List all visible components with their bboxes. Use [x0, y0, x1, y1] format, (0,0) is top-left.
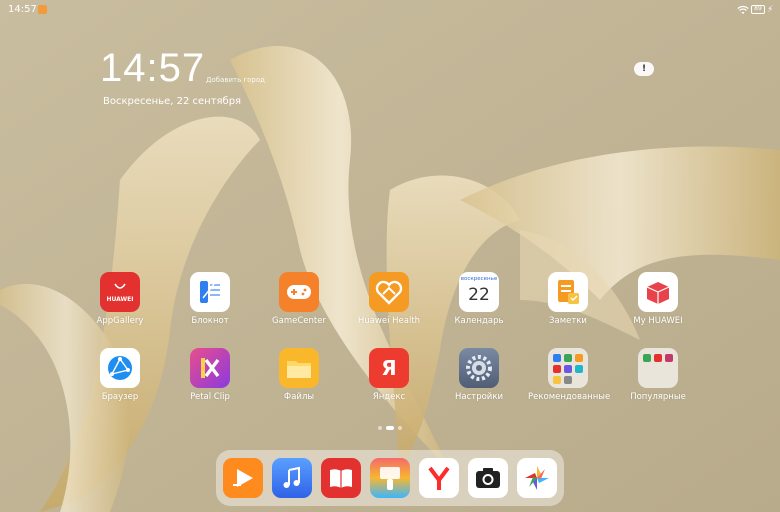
appgallery-icon: HUAWEI [100, 272, 140, 312]
yandex-tile-text: Я [381, 356, 397, 380]
app-label: AppGallery [96, 316, 144, 326]
app-label: Заметки [549, 316, 587, 326]
my-huawei-icon [638, 272, 678, 312]
app-notes[interactable]: Заметки [528, 272, 608, 326]
app-label: Рекомендованные [528, 392, 611, 402]
dock [216, 450, 564, 506]
books-icon[interactable] [321, 458, 361, 498]
battery-level: 89 [754, 5, 762, 12]
app-label: Блокнот [191, 316, 229, 326]
alert-widget[interactable]: ! [634, 62, 654, 76]
calendar-day: 22 [468, 285, 490, 305]
settings-gear-icon [459, 348, 499, 388]
yandex-browser-icon[interactable] [419, 458, 459, 498]
app-yandex[interactable]: Я Яндекс [349, 348, 429, 402]
calendar-icon: воскресенье 22 [459, 272, 499, 312]
video-play-icon[interactable] [223, 458, 263, 498]
page-dot [378, 426, 382, 430]
app-files[interactable]: Файлы [259, 348, 339, 402]
app-huawei-health[interactable]: Huawei Health [349, 272, 429, 326]
app-label: Petal Clip [190, 392, 230, 402]
app-label: Настройки [454, 392, 503, 402]
yandex-icon: Я [369, 348, 409, 388]
health-icon [369, 272, 409, 312]
music-note-icon[interactable] [272, 458, 312, 498]
app-label: GameCenter [272, 316, 326, 326]
files-icon [279, 348, 319, 388]
folder-recommended[interactable]: Рекомендованные [528, 348, 611, 402]
themes-brush-icon[interactable] [370, 458, 410, 498]
clock-widget-time[interactable]: 14:57 [100, 46, 205, 91]
app-label: Файлы [283, 392, 315, 402]
status-bar: 14:57 89 ⚡ [0, 0, 780, 20]
app-gamecenter[interactable]: GameCenter [259, 272, 339, 326]
app-calendar[interactable]: воскресенье 22 Календарь [439, 272, 519, 326]
app-browser[interactable]: Браузер [80, 348, 160, 402]
popular-folder-icon [638, 348, 678, 388]
page-dot-active [386, 426, 394, 430]
notes-icon [548, 272, 588, 312]
calendar-weekday: воскресенье [460, 276, 498, 282]
app-notepad[interactable]: Блокнот [170, 272, 250, 326]
exclamation-icon: ! [641, 64, 647, 74]
app-label: Календарь [454, 316, 504, 326]
recommended-folder-icon [548, 348, 588, 388]
status-time: 14:57 [8, 4, 37, 15]
wifi-icon [737, 5, 749, 14]
appgallery-tile-text: HUAWEI [106, 296, 134, 303]
notepad-icon [190, 272, 230, 312]
app-petal-clip[interactable]: Petal Clip [170, 348, 250, 402]
app-label: My HUAWEI [633, 316, 683, 326]
app-label: Браузер [101, 392, 139, 402]
battery-icon: 89 [751, 5, 765, 14]
petal-clip-icon [190, 348, 230, 388]
gamecenter-icon [279, 272, 319, 312]
app-settings[interactable]: Настройки [439, 348, 519, 402]
app-label: Huawei Health [357, 316, 421, 326]
charging-bolt-icon: ⚡ [767, 5, 774, 15]
gallery-petal-icon[interactable] [517, 458, 557, 498]
app-label: Популярные [630, 392, 686, 402]
page-indicator[interactable] [376, 426, 406, 430]
clock-widget-date: Воскресенье, 22 сентября [103, 96, 242, 107]
browser-icon [100, 348, 140, 388]
add-city-link[interactable]: Добавить город [206, 76, 265, 84]
page-dot [398, 426, 402, 430]
camera-icon[interactable] [468, 458, 508, 498]
app-my-huawei[interactable]: My HUAWEI [618, 272, 698, 326]
notification-badge-icon [38, 5, 47, 14]
app-appgallery[interactable]: HUAWEI AppGallery [80, 272, 160, 326]
folder-popular[interactable]: Популярные [618, 348, 698, 402]
app-label: Яндекс [372, 392, 406, 402]
